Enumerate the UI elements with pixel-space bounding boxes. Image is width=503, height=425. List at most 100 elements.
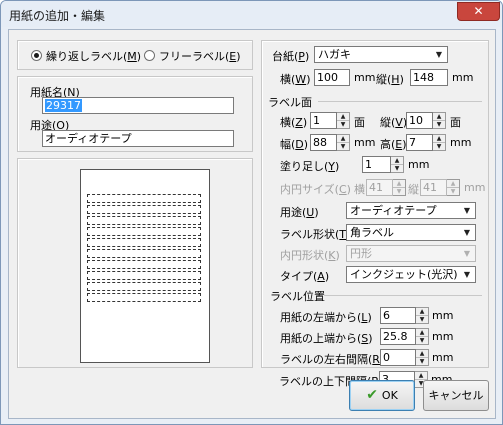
- mount-height-label: 縦(H): [376, 73, 404, 86]
- purpose-top-input[interactable]: オーディオテープ: [42, 130, 234, 147]
- shape-label: ラベル形状(T): [280, 228, 350, 241]
- ok-button[interactable]: ✔ OK: [349, 380, 415, 411]
- circle-shape-label: 内円形状(K): [280, 249, 340, 262]
- spin-up-icon: ▲: [447, 180, 459, 188]
- spin-up-icon[interactable]: ▲: [416, 308, 428, 316]
- mount-value: ハガキ: [318, 48, 351, 61]
- bleed-input[interactable]: 1: [362, 156, 391, 173]
- free-label-radio[interactable]: [144, 50, 155, 61]
- spin-down-icon: ▼: [396, 188, 402, 195]
- chevron-down-icon[interactable]: ▼: [459, 203, 475, 218]
- hgap-label: ラベルの左右間隔(R): [280, 353, 384, 366]
- spin-down-icon[interactable]: ▼: [433, 121, 445, 129]
- spin-up-icon[interactable]: ▲: [391, 157, 403, 165]
- printer-type-select[interactable]: インクジェット(光沢) ▼: [346, 266, 476, 283]
- settings-panel: 台紙(P) ハガキ ▼ 横(W) 100 mm 縦(H) 148 mm ラベル面 …: [261, 40, 489, 368]
- label-type-group: 繰り返しラベル(M) フリーラベル(E): [17, 40, 253, 70]
- close-button[interactable]: ✕: [457, 2, 500, 21]
- label-slot: [87, 205, 201, 214]
- chevron-down-icon[interactable]: ▼: [459, 267, 475, 282]
- paper-name-value: 29317: [45, 99, 82, 112]
- label-face-divider: [318, 101, 482, 102]
- spin-down-icon[interactable]: ▼: [337, 143, 349, 151]
- ok-label: OK: [381, 389, 398, 402]
- title-bar[interactable]: 用紙の追加・編集 ✕: [1, 1, 502, 27]
- spin-up-icon[interactable]: ▲: [415, 372, 427, 380]
- spin-down-icon[interactable]: ▼: [416, 358, 428, 366]
- purpose-label: 用途(U): [280, 206, 319, 219]
- cols-stepper[interactable]: ▲ ▼: [337, 112, 350, 129]
- chevron-down-icon[interactable]: ▼: [431, 47, 447, 62]
- purpose-select[interactable]: オーディオテープ ▼: [346, 202, 476, 219]
- cols-label: 横(Z): [280, 116, 308, 129]
- repeat-label-radio[interactable]: [31, 50, 42, 61]
- position-heading: ラベル位置: [270, 290, 325, 303]
- label-width-stepper[interactable]: ▲ ▼: [337, 134, 350, 151]
- close-icon: ✕: [473, 4, 484, 18]
- pos-left-unit: mm: [432, 309, 454, 322]
- mount-height-input[interactable]: 148: [410, 69, 448, 86]
- spin-up-icon[interactable]: ▲: [433, 135, 445, 143]
- label-slot: [87, 227, 201, 236]
- position-divider: [324, 295, 482, 296]
- label-height-unit: mm: [450, 136, 472, 149]
- spin-up-icon[interactable]: ▲: [433, 113, 445, 121]
- circle-h-stepper: ▲ ▼: [447, 179, 460, 196]
- spin-up-icon[interactable]: ▲: [416, 350, 428, 358]
- label-slot: [87, 293, 201, 302]
- label-slot: [87, 216, 201, 225]
- dialog-window: 用紙の追加・編集 ✕ 繰り返しラベル(M) フリーラベル(E) 用紙名(N) 2…: [0, 0, 503, 425]
- label-height-stepper[interactable]: ▲ ▼: [433, 134, 446, 151]
- circle-h-input: 41: [420, 179, 447, 196]
- pos-left-input[interactable]: 6: [380, 307, 416, 324]
- paper-name-input[interactable]: 29317: [42, 97, 234, 114]
- pos-top-stepper[interactable]: ▲ ▼: [416, 328, 429, 345]
- mount-width-input[interactable]: 100: [314, 69, 350, 86]
- spin-up-icon[interactable]: ▲: [337, 135, 349, 143]
- purpose-value: オーディオテープ: [350, 204, 437, 217]
- spin-up-icon[interactable]: ▲: [416, 329, 428, 337]
- circle-h-label: 縦: [408, 183, 419, 196]
- spin-up-icon[interactable]: ▲: [337, 113, 349, 121]
- free-label-text[interactable]: フリーラベル(E): [159, 48, 241, 64]
- chevron-down-icon: ▼: [463, 249, 471, 258]
- chevron-down-icon[interactable]: ▼: [459, 225, 475, 240]
- label-height-label: 高(E): [380, 138, 407, 151]
- label-width-label: 幅(D): [280, 138, 309, 151]
- shape-select[interactable]: 角ラベル ▼: [346, 224, 476, 241]
- rows-input[interactable]: 10: [406, 112, 433, 129]
- mount-width-label: 横(W): [280, 73, 311, 86]
- label-width-input[interactable]: 88: [310, 134, 337, 151]
- spin-down-icon[interactable]: ▼: [416, 337, 428, 345]
- spin-down-icon[interactable]: ▼: [337, 121, 349, 129]
- window-title: 用紙の追加・編集: [9, 9, 106, 23]
- rows-stepper[interactable]: ▲ ▼: [433, 112, 446, 129]
- hgap-input[interactable]: 0: [380, 349, 416, 366]
- hgap-stepper[interactable]: ▲ ▼: [416, 349, 429, 366]
- cols-input[interactable]: 1: [310, 112, 337, 129]
- pos-top-input[interactable]: 25.8: [380, 328, 416, 345]
- paper-preview: [80, 169, 210, 363]
- pos-top-label: 用紙の上端から(S): [280, 332, 373, 345]
- paper-info-group: 用紙名(N) 29317 用途(O) オーディオテープ: [17, 76, 253, 152]
- label-slot: [87, 271, 201, 280]
- cancel-button[interactable]: キャンセル: [423, 380, 489, 411]
- spin-up-icon: ▲: [393, 180, 405, 188]
- bleed-stepper[interactable]: ▲ ▼: [391, 156, 404, 173]
- dialog-client: 繰り返しラベル(M) フリーラベル(E) 用紙名(N) 29317 用途(O) …: [8, 29, 496, 419]
- spin-down-icon[interactable]: ▼: [391, 165, 403, 173]
- pos-top-unit: mm: [432, 330, 454, 343]
- shape-value: 角ラベル: [350, 226, 394, 239]
- circle-unit: mm: [464, 181, 486, 194]
- label-slot: [87, 249, 201, 258]
- label-height-input[interactable]: 7: [406, 134, 433, 151]
- spin-down-icon: ▼: [450, 188, 456, 195]
- repeat-label-text[interactable]: 繰り返しラベル(M): [46, 48, 141, 64]
- pos-left-stepper[interactable]: ▲ ▼: [416, 307, 429, 324]
- mount-select[interactable]: ハガキ ▼: [314, 46, 448, 63]
- label-slot: [87, 194, 201, 203]
- spin-down-icon[interactable]: ▼: [433, 143, 445, 151]
- printer-type-label: タイプ(A): [280, 270, 330, 283]
- spin-down-icon[interactable]: ▼: [416, 316, 428, 324]
- checkmark-icon: ✔: [366, 387, 378, 403]
